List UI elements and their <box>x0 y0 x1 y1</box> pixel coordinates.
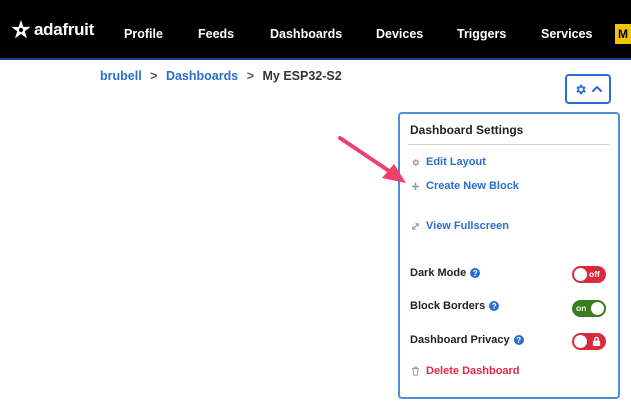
trash-icon <box>410 366 420 376</box>
view-fullscreen-label: View Fullscreen <box>426 220 509 232</box>
breadcrumb-user-link[interactable]: brubell <box>100 69 142 83</box>
plus-icon <box>410 181 420 191</box>
toggle-state-text: on <box>576 303 587 313</box>
nav-services[interactable]: Services <box>541 27 592 41</box>
annotation-arrow-icon <box>338 136 406 183</box>
delete-dashboard-label: Delete Dashboard <box>426 365 520 377</box>
dashboard-privacy-label: Dashboard Privacy <box>410 334 510 346</box>
delete-dashboard-link[interactable]: Delete Dashboard <box>410 365 520 377</box>
dashboard-settings-button[interactable] <box>565 74 611 104</box>
dashboard-settings-panel: Dashboard Settings Edit Layout Create Ne… <box>398 112 620 399</box>
dashboard-privacy-setting: Dashboard Privacy ? <box>410 334 524 346</box>
toggle-state-text: off <box>589 269 600 279</box>
dark-mode-setting: Dark Mode ? <box>410 267 481 279</box>
nav-feeds[interactable]: Feeds <box>198 27 234 41</box>
edit-layout-link[interactable]: Edit Layout <box>410 156 486 168</box>
nav-profile[interactable]: Profile <box>124 27 163 41</box>
help-icon[interactable]: ? <box>470 268 481 278</box>
panel-title: Dashboard Settings <box>410 123 524 137</box>
breadcrumb-separator: > <box>150 69 158 83</box>
toggle-knob <box>574 335 587 348</box>
gear-icon <box>410 157 420 167</box>
help-icon[interactable]: ? <box>489 301 500 311</box>
expand-icon <box>410 221 420 231</box>
nav-partial-item[interactable]: M <box>615 24 631 44</box>
breadcrumb-current: My ESP32-S2 <box>262 69 342 83</box>
dashboard-privacy-toggle[interactable] <box>572 333 606 350</box>
view-fullscreen-link[interactable]: View Fullscreen <box>410 220 509 232</box>
toggle-knob <box>574 268 587 281</box>
panel-divider <box>408 144 610 145</box>
logo-text: adafruit <box>34 20 94 39</box>
block-borders-label: Block Borders <box>410 300 486 312</box>
nav-triggers[interactable]: Triggers <box>457 27 506 41</box>
chevron-up-icon <box>591 86 602 92</box>
lock-icon <box>592 336 601 346</box>
top-nav: adafruit Profile Feeds Dashboards Device… <box>0 0 631 58</box>
nav-devices[interactable]: Devices <box>376 27 423 41</box>
star-logo-icon <box>11 19 31 39</box>
block-borders-toggle[interactable]: on <box>572 300 606 317</box>
adafruit-logo[interactable]: adafruit <box>10 16 94 44</box>
create-new-block-link[interactable]: Create New Block <box>410 180 519 192</box>
dark-mode-label: Dark Mode <box>410 267 467 279</box>
nav-dashboards[interactable]: Dashboards <box>270 27 342 41</box>
create-new-block-label: Create New Block <box>426 180 519 192</box>
breadcrumb: brubell > Dashboards > My ESP32-S2 <box>100 69 342 83</box>
gear-icon <box>575 84 586 94</box>
toggle-knob <box>591 302 604 315</box>
dark-mode-toggle[interactable]: off <box>572 266 606 283</box>
breadcrumb-separator: > <box>246 69 254 83</box>
nav-divider <box>0 58 631 60</box>
block-borders-setting: Block Borders ? <box>410 300 500 312</box>
breadcrumb-dashboards-link[interactable]: Dashboards <box>166 69 238 83</box>
edit-layout-label: Edit Layout <box>426 156 486 168</box>
help-icon[interactable]: ? <box>513 335 524 345</box>
